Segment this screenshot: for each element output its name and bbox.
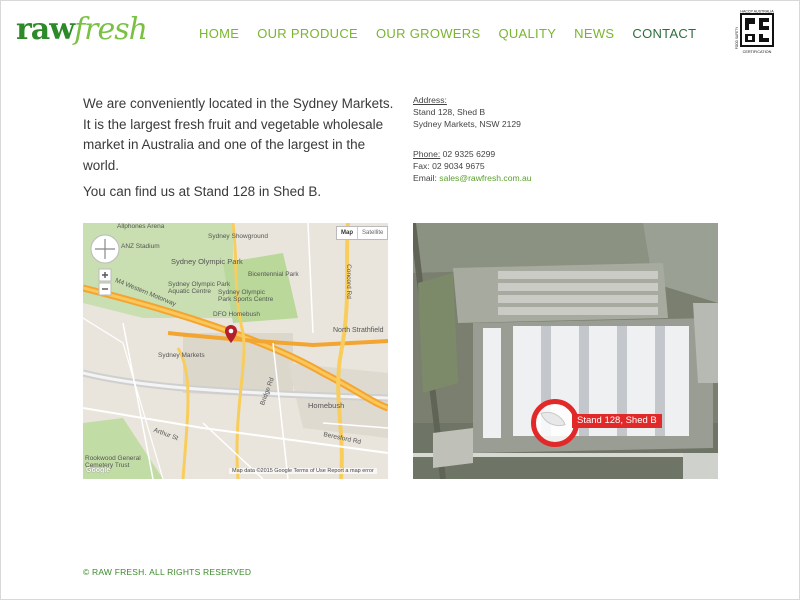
email-link[interactable]: sales@rawfresh.com.au <box>439 173 531 183</box>
footer-copyright: © RAW FRESH. ALL RIGHTS RESERVED <box>83 567 252 577</box>
google-logo: Google <box>86 467 111 474</box>
fax-label: Fax: <box>413 161 430 171</box>
map-label-dfo: DFO Homebush <box>213 311 260 318</box>
haccp-certification-badge: HACCP AUSTRALIA CERTIFICATION FOOD SAFET… <box>733 8 781 56</box>
map-label-homebush: Homebush <box>308 401 345 410</box>
fax-value: 02 9034 9675 <box>432 161 485 171</box>
brand-logo[interactable]: rawfresh <box>16 8 148 52</box>
nav-our-growers[interactable]: OUR GROWERS <box>376 26 480 44</box>
nav-contact[interactable]: CONTACT <box>632 26 696 44</box>
map-type-map[interactable]: Map <box>337 227 357 239</box>
address-label: Address: <box>413 95 447 105</box>
nav-our-produce[interactable]: OUR PRODUCE <box>257 26 358 44</box>
map-label-olympic-park: Sydney Olympic Park <box>171 257 243 266</box>
main-nav: HOME OUR PRODUCE OUR GROWERS QUALITY NEW… <box>199 26 714 44</box>
map-label-allphones: Allphones Arena <box>117 223 165 230</box>
map-label-anz: ANZ Stadium <box>121 243 160 250</box>
phone-value[interactable]: 02 9325 6299 <box>443 149 496 159</box>
intro-paragraph-1: We are conveniently located in the Sydne… <box>83 96 394 173</box>
badge-bottom-text: CERTIFICATION <box>743 50 772 54</box>
map-label-bicentennial: Bicentennial Park <box>248 271 299 278</box>
map-label-showground: Sydney Showground <box>208 233 268 240</box>
email-label: Email: <box>413 173 437 183</box>
email-row: Email: sales@rawfresh.com.au <box>413 172 613 184</box>
phone-label: Phone: <box>413 149 441 159</box>
map-attribution[interactable]: Map data ©2015 Google Terms of Use Repor… <box>229 468 377 474</box>
logo-fresh: fresh <box>74 12 148 47</box>
stand-marker-label[interactable]: Stand 128, Shed B <box>572 414 662 428</box>
badge-top-text: HACCP AUSTRALIA <box>740 10 774 14</box>
nav-home[interactable]: HOME <box>199 26 239 44</box>
address-line-1: Stand 128, Shed B <box>413 107 486 117</box>
intro-paragraph-2: You can find us at Stand 128 in Shed B. <box>83 184 322 199</box>
map-label-north-strathfield: North Strathfield <box>333 327 384 334</box>
fax-row: Fax: 02 9034 9675 <box>413 160 613 172</box>
badge-side-text: FOOD SAFETY <box>735 26 739 49</box>
intro-text: We are conveniently located in the Sydne… <box>83 94 403 209</box>
map-type-satellite[interactable]: Satellite <box>357 227 387 239</box>
contact-details: Address: Stand 128, Shed B Sydney Market… <box>413 94 613 184</box>
nav-quality[interactable]: QUALITY <box>498 26 556 44</box>
address-line-2: Sydney Markets, NSW 2129 <box>413 119 521 129</box>
nav-news[interactable]: NEWS <box>574 26 614 44</box>
map-label-sports: Sydney Olympic Park Sports Centre <box>218 289 274 303</box>
map-label-concord-rd: Concord Rd <box>344 264 352 299</box>
street-map[interactable]: Map Satellite Allphones Arena Sydney Sho… <box>83 223 388 479</box>
map-type-toggle: Map Satellite <box>336 226 388 240</box>
phone-row: Phone: 02 9325 6299 <box>413 148 613 160</box>
logo-raw: raw <box>16 12 75 47</box>
map-label-sydney-markets: Sydney Markets <box>158 352 205 359</box>
